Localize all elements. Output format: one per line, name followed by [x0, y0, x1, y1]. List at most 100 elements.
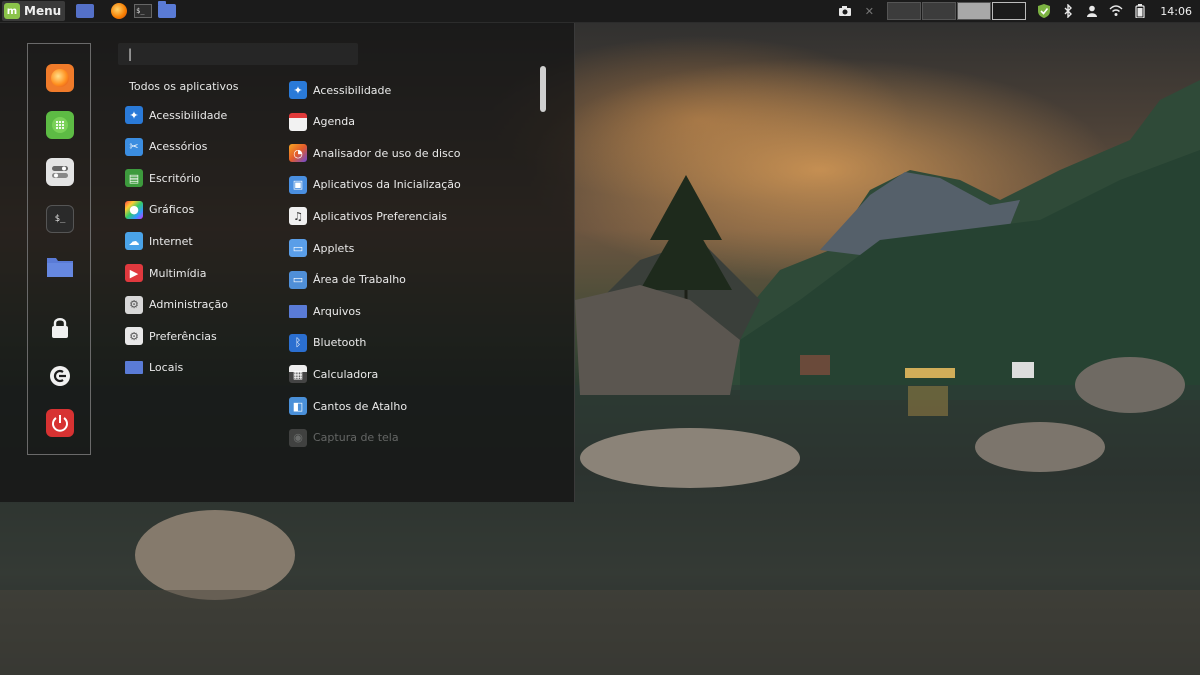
application-label: Área de Trabalho: [313, 273, 406, 287]
category-label: Internet: [149, 234, 193, 248]
application-label: Acessibilidade: [313, 83, 392, 97]
battery-icon[interactable]: [1132, 3, 1148, 19]
application-item[interactable]: ♫ Aplicativos Preferenciais: [289, 206, 447, 226]
user-icon[interactable]: [1084, 3, 1100, 19]
application-item[interactable]: Agenda: [289, 112, 355, 132]
application-item[interactable]: ᛒ Bluetooth: [289, 333, 366, 353]
screenshot-icon: ◉: [289, 428, 307, 447]
screenshot-icon[interactable]: [837, 3, 853, 19]
top-panel: m Menu $_ ✕ 14:06: [0, 0, 1200, 23]
category-item[interactable]: ⚙ Administração: [125, 295, 228, 315]
search-input[interactable]: |: [118, 43, 358, 65]
category-label: Preferências: [149, 329, 217, 343]
category-item[interactable]: ✦ Acessibilidade: [125, 105, 227, 125]
show-desktop-icon: [76, 4, 95, 18]
calendar-icon: [289, 112, 307, 131]
bluetooth-icon[interactable]: [1060, 3, 1076, 19]
terminal-icon: $_: [134, 4, 153, 18]
application-label: Calculadora: [313, 367, 379, 381]
software-manager-icon: [52, 117, 68, 133]
workspace-4[interactable]: [992, 2, 1027, 20]
application-item[interactable]: ✦ Acessibilidade: [289, 80, 391, 100]
graphics-icon: ●: [125, 200, 143, 219]
category-item[interactable]: ✂ Acessórios: [125, 137, 207, 157]
accessories-icon: ✂: [125, 137, 143, 156]
wifi-icon[interactable]: [1108, 3, 1124, 19]
close-icon[interactable]: ✕: [861, 3, 877, 19]
category-label: Multimídia: [149, 266, 207, 280]
lock-icon: [52, 318, 68, 338]
application-label: Agenda: [313, 115, 355, 129]
application-item[interactable]: ▭ Applets: [289, 238, 354, 258]
power-icon: [52, 415, 68, 432]
administration-icon: ⚙: [125, 295, 143, 314]
fav-lock[interactable]: [46, 314, 74, 342]
fav-software-manager[interactable]: [46, 111, 74, 139]
application-label: Aplicativos Preferenciais: [313, 209, 448, 223]
files-icon: [158, 1, 177, 18]
application-item[interactable]: ▦ Calculadora: [289, 364, 378, 384]
preferences-icon: ⚙: [125, 327, 143, 346]
accessibility-icon: ✦: [289, 81, 307, 99]
application-item[interactable]: ▣ Aplicativos da Inicialização: [289, 175, 461, 195]
application-label: Aplicativos da Inicialização: [313, 178, 461, 192]
system-tray: ✕ 14:06: [833, 0, 1200, 22]
files-icon: [289, 304, 307, 318]
category-item[interactable]: ▤ Escritório: [125, 168, 201, 188]
office-icon: ▤: [125, 169, 143, 188]
category-item[interactable]: ☁ Internet: [125, 231, 193, 251]
scrollbar[interactable]: [540, 66, 546, 112]
preferred-apps-icon: ♫: [289, 207, 307, 226]
category-label: Locais: [149, 361, 184, 375]
mint-logo-icon: m: [4, 3, 20, 19]
favorites-bar: $_: [27, 43, 91, 455]
show-desktop-launcher[interactable]: [75, 3, 95, 19]
terminal-icon: $_: [54, 214, 66, 224]
application-item[interactable]: ◔ Analisador de uso de disco: [289, 143, 461, 163]
application-label: Applets: [313, 241, 355, 255]
application-label: Analisador de uso de disco: [313, 146, 461, 160]
application-item[interactable]: ◉ Captura de tela: [289, 428, 399, 448]
application-menu: $_ | Todos os aplicativos ✦ Acessibilidad…: [0, 23, 575, 502]
workspace-2[interactable]: [922, 2, 957, 20]
category-item[interactable]: ● Gráficos: [125, 200, 194, 220]
disk-usage-icon: ◔: [289, 144, 307, 163]
menu-label: Menu: [24, 4, 62, 18]
shield-icon[interactable]: [1036, 3, 1052, 19]
application-item[interactable]: Arquivos: [289, 301, 361, 321]
workspace-1[interactable]: [887, 2, 922, 20]
startup-apps-icon: ▣: [289, 175, 307, 194]
firefox-icon: [111, 3, 128, 19]
fav-firefox[interactable]: [46, 64, 74, 92]
fav-logout[interactable]: [46, 362, 74, 390]
fav-files[interactable]: [46, 252, 74, 280]
clock[interactable]: 14:06: [1160, 5, 1192, 18]
application-label: Arquivos: [313, 304, 361, 318]
fav-terminal[interactable]: $_: [46, 205, 74, 233]
category-item[interactable]: Locais: [125, 358, 183, 378]
application-label: Captura de tela: [313, 431, 399, 445]
files-launcher[interactable]: [157, 1, 177, 19]
hot-corners-icon: ◧: [289, 397, 307, 415]
fav-settings[interactable]: [46, 158, 74, 186]
application-item[interactable]: ◧ Cantos de Atalho: [289, 396, 407, 416]
menu-button[interactable]: m Menu: [2, 1, 66, 21]
firefox-launcher[interactable]: [109, 3, 129, 19]
calculator-icon: ▦: [289, 365, 307, 384]
category-item[interactable]: ▶ Multimídia: [125, 263, 206, 283]
workspace-3[interactable]: [957, 2, 992, 20]
places-icon: [125, 361, 143, 375]
applets-icon: ▭: [289, 239, 307, 257]
firefox-icon: [51, 69, 69, 87]
category-item[interactable]: ⚙ Preferências: [125, 326, 217, 346]
category-label: Acessórios: [149, 140, 208, 154]
application-item[interactable]: ▭ Área de Trabalho: [289, 270, 406, 290]
terminal-launcher[interactable]: $_: [133, 3, 153, 19]
files-icon: [47, 258, 73, 277]
category-label: Administração: [149, 298, 228, 312]
fav-power[interactable]: [46, 409, 74, 437]
accessibility-icon: ✦: [125, 106, 143, 124]
category-label: Gráficos: [149, 203, 195, 217]
category-label: Escritório: [149, 171, 201, 185]
category-all-apps[interactable]: Todos os aplicativos: [129, 80, 238, 93]
